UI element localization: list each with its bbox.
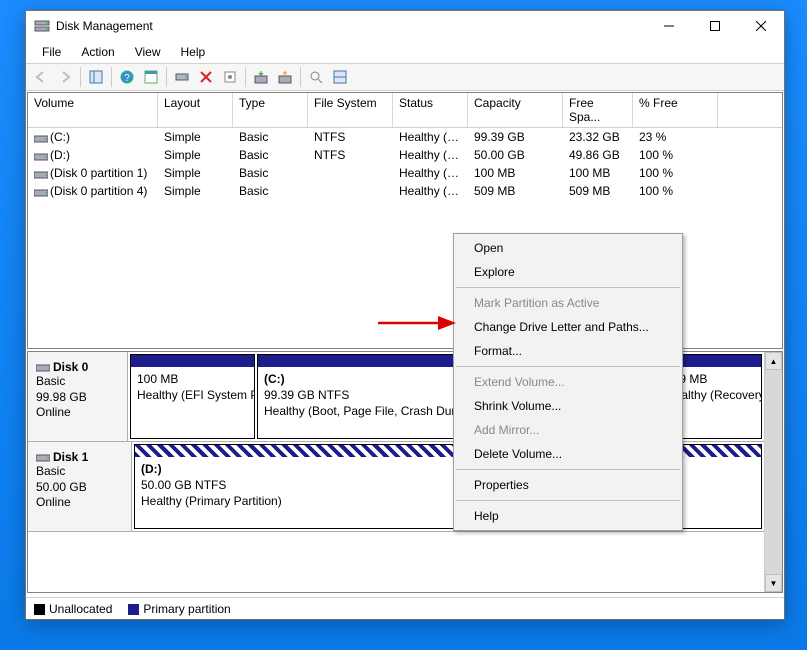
legend: Unallocated Primary partition [26,597,784,619]
refresh-icon[interactable] [250,66,272,88]
show-hide-console-tree-icon[interactable] [85,66,107,88]
partition[interactable]: 100 MBHealthy (EFI System Partition) [130,354,255,439]
properties-icon[interactable] [219,66,241,88]
close-button[interactable] [738,11,784,41]
col-freespace[interactable]: Free Spa... [563,93,633,127]
window-controls [646,11,784,41]
legend-primary: Primary partition [128,602,230,616]
app-icon [34,18,50,34]
menu-item[interactable]: Help [454,504,682,528]
help-icon[interactable]: ? [116,66,138,88]
disk-info[interactable]: Disk 1Basic50.00 GBOnline [28,442,132,531]
table-row[interactable]: (C:)SimpleBasicNTFSHealthy (B...99.39 GB… [28,128,782,146]
table-row[interactable]: (Disk 0 partition 1)SimpleBasicHealthy (… [28,164,782,182]
settings-icon[interactable] [140,66,162,88]
toolbar: ? [26,63,784,91]
menubar: File Action View Help [26,41,784,63]
menu-item[interactable]: Properties [454,473,682,497]
scroll-up-icon[interactable]: ▲ [765,352,782,370]
action-icon[interactable] [171,66,193,88]
view-top-icon[interactable] [305,66,327,88]
titlebar: Disk Management [26,11,784,41]
col-type[interactable]: Type [233,93,308,127]
forward-button[interactable] [54,66,76,88]
menu-separator [456,469,680,470]
col-status[interactable]: Status [393,93,468,127]
menu-item: Add Mirror... [454,418,682,442]
table-row[interactable]: (Disk 0 partition 4)SimpleBasicHealthy (… [28,182,782,200]
menu-item[interactable]: Open [454,236,682,260]
disk-scrollbar[interactable]: ▲ ▼ [764,352,782,592]
menu-item[interactable]: Delete Volume... [454,442,682,466]
menu-action[interactable]: Action [73,43,122,61]
table-row[interactable]: (D:)SimpleBasicNTFSHealthy (P...50.00 GB… [28,146,782,164]
col-filesystem[interactable]: File System [308,93,393,127]
menu-view[interactable]: View [127,43,169,61]
menu-item[interactable]: Change Drive Letter and Paths... [454,315,682,339]
volume-list-header: Volume Layout Type File System Status Ca… [28,93,782,128]
window-title: Disk Management [56,19,646,33]
col-volume[interactable]: Volume [28,93,158,127]
svg-text:?: ? [124,73,130,84]
minimize-button[interactable] [646,11,692,41]
col-layout[interactable]: Layout [158,93,233,127]
menu-item: Mark Partition as Active [454,291,682,315]
view-bottom-icon[interactable] [329,66,351,88]
menu-item[interactable]: Format... [454,339,682,363]
menu-item[interactable]: Shrink Volume... [454,394,682,418]
menu-separator [456,287,680,288]
maximize-button[interactable] [692,11,738,41]
col-capacity[interactable]: Capacity [468,93,563,127]
legend-unallocated: Unallocated [34,602,112,616]
menu-item: Extend Volume... [454,370,682,394]
menu-item[interactable]: Explore [454,260,682,284]
menu-help[interactable]: Help [173,43,214,61]
context-menu: OpenExplore Mark Partition as ActiveChang… [453,233,683,531]
rescan-icon[interactable] [274,66,296,88]
menu-separator [456,500,680,501]
disk-info[interactable]: Disk 0Basic99.98 GBOnline [28,352,128,441]
delete-icon[interactable] [195,66,217,88]
back-button[interactable] [30,66,52,88]
menu-separator [456,366,680,367]
scroll-down-icon[interactable]: ▼ [765,574,782,592]
col-percentfree[interactable]: % Free [633,93,718,127]
menu-file[interactable]: File [34,43,69,61]
